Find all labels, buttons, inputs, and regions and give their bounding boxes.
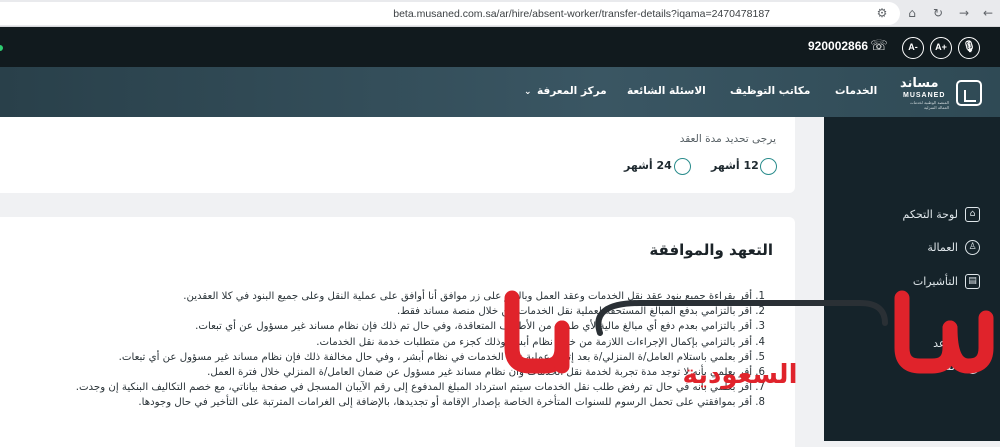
musaned-logo-icon[interactable] xyxy=(956,80,982,106)
list-item: 3. أقر بالتزامي بعدم دفع أي مبالغ مالية … xyxy=(195,321,765,333)
users-icon: ♙ xyxy=(965,240,980,255)
list-item: 8. أقر بموافقتي على تحمل الرسوم للسنوات … xyxy=(138,397,765,409)
back-icon[interactable]: ← xyxy=(980,5,996,21)
sidebar-item-label: العمالة xyxy=(927,241,958,254)
url-text: beta.musaned.com.sa/ar/hire/absent-worke… xyxy=(393,8,770,20)
status-dot xyxy=(0,45,3,51)
nav-faq[interactable]: الاسئلة الشائعة xyxy=(627,85,706,97)
nav-services[interactable]: الخدمات xyxy=(835,85,877,97)
chevron-down-icon[interactable]: ⌄ xyxy=(524,87,532,97)
phone-icon[interactable]: ☏ xyxy=(870,37,888,55)
logo-arabic: مساند xyxy=(900,76,939,91)
sidebar-item-label: ساعد xyxy=(933,337,958,350)
list-item: 6. أقر بعلمي بأنه لا توجد مدة تجربة لخدم… xyxy=(207,367,765,379)
radio-12-months[interactable] xyxy=(760,158,777,175)
browser-toolbar: beta.musaned.com.sa/ar/hire/absent-worke… xyxy=(0,0,1000,27)
contract-duration-card: يرجى تحديد مدة العقد 12 أشهر 24 أشهر xyxy=(0,117,795,193)
sidebar-item-label: الفت xyxy=(935,360,958,373)
forward-icon[interactable]: → xyxy=(956,5,972,21)
logo-subtitle: المنصة الوطنية لخدمات العمالة المنزلية xyxy=(909,100,949,110)
pledge-card: التعهد والموافقة 1. أقر بقراءة جميع بنود… xyxy=(0,217,795,447)
option-12-months-label[interactable]: 12 أشهر xyxy=(711,159,759,172)
utility-bar: 920002866 ☏ A- A+ 🎙 xyxy=(0,27,1000,67)
sidebar-item-profile[interactable]: ♙ الفت xyxy=(824,353,1000,381)
list-item: 2. أقر بالتزامي بدفع المبالغ المستحقة لع… xyxy=(397,306,765,318)
list-item: 4. أقر بالتزامي بإكمال الإجراءات اللازمة… xyxy=(316,336,765,348)
sidebar-item-label: لوحة التحكم xyxy=(902,208,958,221)
option-24-months-label[interactable]: 24 أشهر xyxy=(624,159,672,172)
font-increase-button[interactable]: A+ xyxy=(930,37,952,59)
list-item: 7. أقر بعلمي بأنه في حال تم رفض طلب نقل … xyxy=(75,382,765,394)
visa-document-icon: ▤ xyxy=(965,274,980,289)
address-bar[interactable]: beta.musaned.com.sa/ar/hire/absent-worke… xyxy=(0,2,900,25)
reload-icon[interactable]: ↻ xyxy=(930,5,946,21)
pledge-title: التعهد والموافقة xyxy=(649,241,773,259)
list-item: 5. أقر بعلمي باستلام العامل/ة المنزلي/ة … xyxy=(118,351,765,363)
sidebar-item-visas[interactable]: ▤ التأشيرات xyxy=(824,268,1000,296)
sidebar-item-dashboard[interactable]: ⌂ لوحة التحكم xyxy=(824,201,1000,229)
sidebar-item-workers[interactable]: ♙ العمالة xyxy=(824,234,1000,262)
radio-24-months[interactable] xyxy=(674,158,691,175)
list-item: 1. أقر بقراءة جميع بنود عقد نقل الخدمات … xyxy=(183,291,765,302)
logo-english: MUSANED xyxy=(903,92,946,99)
dashboard-icon: ⌂ xyxy=(965,207,980,222)
sidebar: ⌂ لوحة التحكم ♙ العمالة ▤ التأشيرات ساعد… xyxy=(824,117,1000,441)
main-navigation: مساند MUSANED المنصة الوطنية لخدمات العم… xyxy=(0,67,1000,117)
phone-number[interactable]: 920002866 xyxy=(808,39,868,53)
microphone-icon[interactable]: 🎙 xyxy=(958,37,980,59)
sidebar-item-label: التأشيرات xyxy=(912,275,958,288)
nav-recruitment-offices[interactable]: مكاتب التوظيف xyxy=(730,85,810,97)
nav-knowledge-center[interactable]: مركز المعرفة xyxy=(537,85,607,97)
font-decrease-button[interactable]: A- xyxy=(902,37,924,59)
home-icon[interactable]: ⌂ xyxy=(904,5,920,21)
pledge-list: 1. أقر بقراءة جميع بنود عقد نقل الخدمات … xyxy=(0,289,765,411)
site-settings-icon[interactable]: ⚙ xyxy=(874,5,890,21)
contract-duration-prompt: يرجى تحديد مدة العقد xyxy=(679,133,776,145)
user-icon: ♙ xyxy=(965,359,980,374)
